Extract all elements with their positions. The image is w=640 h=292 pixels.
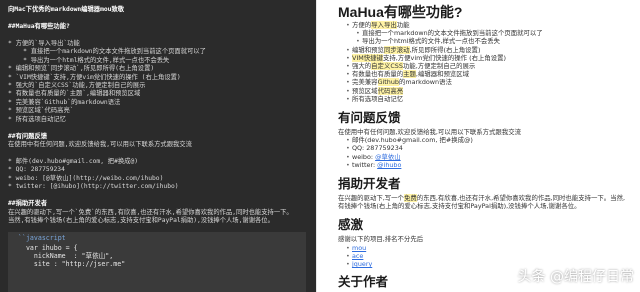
editor-line[interactable]: 在兴趣的驱动下,写一个`免费`的东西,有欣喜,也还有汗水,希望你喜欢我的作品,同… <box>8 209 308 217</box>
feature-pre: 预览区域 <box>352 86 378 95</box>
contact-item: twitter: @ihubo <box>346 161 630 169</box>
thanks-text: 感谢以下的项目,排名不分先后 <box>338 235 424 244</box>
feature-highlight: VIM快捷键 <box>352 53 383 62</box>
feature-highlight: 导入导出 <box>371 21 397 29</box>
feedback-text: 在使用中有任何问题,欢迎反馈给我,可以用以下联系方式跟我交流 <box>338 128 521 137</box>
feature-pre: 强大的 <box>352 62 372 71</box>
editor-line[interactable] <box>8 149 308 157</box>
feature-highlight: 同步滚动 <box>383 45 410 54</box>
editor-line[interactable]: * twitter: [@ihubo](http://twitter.com/i… <box>8 183 308 191</box>
editor-line[interactable]: * 导出为一个html格式的文件,样式一点也不会丢失 <box>8 57 308 65</box>
editor-line[interactable]: * `VIM快捷键`支持,方便vim党们快速的操作 (右上角设置) <box>8 74 308 82</box>
markdown-editor[interactable]: 向Mac下优秀的markdown编辑器mou致敬 ##MaHua有哪些功能? * 方… <box>0 0 316 292</box>
editor-line[interactable]: * weibo: [@草依山](http://weibo.com/ihubo) <box>8 175 308 183</box>
editor-line[interactable]: * 有数量也有质量的`主题`,编辑器和预览区域 <box>8 90 308 98</box>
feedback-heading: 有问题反馈 <box>338 111 401 126</box>
feature-highlight: 自定义CSS <box>371 62 403 71</box>
editor-line[interactable]: * 邮件(dev.hubo#gmail.com, 把#换成@) <box>8 158 308 166</box>
donate-text-1-hl: 免费 <box>403 194 417 203</box>
thanks-list: mouacejquery <box>338 244 630 269</box>
thanks-link[interactable]: jquery <box>352 260 372 268</box>
editor-line[interactable] <box>8 192 308 200</box>
code-line-2: nickName : "草依山", <box>18 252 114 260</box>
contact-list: 邮件(dev.hubo#gmail.com, 把#换成@)QQ: 2877592… <box>338 136 630 169</box>
editor-line[interactable]: ##捐助开发者 <box>8 200 308 208</box>
editor-line[interactable]: ##有问题反馈 <box>8 133 308 141</box>
editor-line[interactable]: * 直接把一个markdown的文本文件拖放到当前这个页面就可以了 <box>8 48 308 56</box>
feature-post: 功能 <box>396 21 410 29</box>
contact-item: 邮件(dev.hubo#gmail.com, 把#换成@) <box>346 136 630 144</box>
feature-highlight: 代码高亮 <box>377 86 404 95</box>
contact-text: twitter: <box>352 160 378 169</box>
feature-item: 完美兼容Github的markdown语法 <box>346 78 630 87</box>
contact-link[interactable]: @ihubo <box>377 161 401 169</box>
contact-item: weibo: @草依山 <box>346 153 630 161</box>
editor-line[interactable]: * 完美兼容`Github`的markdown语法 <box>8 99 308 107</box>
editor-code-block: ``javascript var ihubo = { nickName : "草… <box>8 232 306 292</box>
feature-pre: 完美兼容 <box>352 78 378 87</box>
editor-line[interactable]: 当然,有钱捧个钱场(右上角的爱心标志,支持支付宝和PayPal捐助),没钱捧个人… <box>8 217 308 225</box>
pane-divider[interactable] <box>316 0 324 292</box>
donate-text-1-pre: 在兴趣的驱动下,写一个 <box>338 194 404 203</box>
thanks-link[interactable]: mou <box>352 244 366 252</box>
feature-pre: 所有选项自动记忆 <box>352 94 404 103</box>
feature-post: 功能,方便定制自己的展示 <box>402 62 476 71</box>
feature-item: 方便的导入导出功能 <box>346 21 630 29</box>
watermark: 头条 @编程仔日常 <box>517 269 634 285</box>
contact-text: weibo: <box>352 152 376 161</box>
code-line-1: var ihubo = { <box>18 244 78 252</box>
feature-item: 编辑和预览同步滚动,所见即所得(右上角设置) <box>346 45 630 54</box>
feature-highlight: Github <box>377 78 399 87</box>
code-line-3: site : "http://jser.me" <box>18 260 126 268</box>
thanks-link[interactable]: ace <box>352 252 363 260</box>
editor-line[interactable]: * 方便的`导入导出`功能 <box>8 40 308 48</box>
editor-line[interactable] <box>8 31 308 39</box>
feature-item: VIM快捷键支持,方便vim党们快速的操作 (右上角设置) <box>346 53 630 62</box>
code-fence: ``javascript <box>18 234 66 242</box>
editor-line[interactable]: * 所有选项自动记忆 <box>8 116 308 124</box>
donate-text: 在兴趣的驱动下,写一个免费的东西,有欣喜,也还有汗水,希望你喜欢我的作品,同时也… <box>338 194 630 210</box>
feature-post: 的markdown语法 <box>398 78 452 87</box>
thanks-item: mou <box>346 244 630 252</box>
feature-item: 所有选项自动记忆 <box>346 95 630 103</box>
thanks-item: ace <box>346 252 630 260</box>
feature-pre: 方便的 <box>352 21 372 29</box>
contact-text: QQ: 287759234 <box>352 144 403 153</box>
editor-line[interactable]: * 编辑和预览`同步滚动`,所见即所得(右上角设置) <box>8 65 308 73</box>
donate-heading: 捐助开发者 <box>338 177 401 192</box>
editor-line[interactable]: * QQ: 287759234 <box>8 166 308 174</box>
contact-text: 邮件(dev.hubo#gmail.com, 把#换成@) <box>352 136 473 145</box>
editor-line[interactable] <box>8 124 308 132</box>
contact-item: QQ: 287759234 <box>346 144 630 152</box>
thanks-heading: 感激 <box>338 218 364 233</box>
editor-line[interactable]: ##MaHua有哪些功能? <box>8 23 308 31</box>
preview-title: MaHua有哪些功能? <box>338 4 463 20</box>
feature-post: 支持,方便vim党们快速的操作 (右上角设置) <box>382 53 507 62</box>
feature-pre: 直接把一个markdown的文本文件拖放到当前这个页面就可以了 <box>362 29 543 38</box>
editor-line[interactable]: 在使用中有任何问题,欢迎反馈给我,可以用以下联系方式跟我交流 <box>8 141 308 149</box>
feature-post: ,所见即所得(右上角设置) <box>409 45 481 54</box>
contact-link[interactable]: @草依山 <box>375 153 401 161</box>
feature-pre: 导出为一个html格式的文件,样式一点也不会丢失 <box>362 37 501 46</box>
donate-text-2: 钱场(右上角的爱心标志,支持支付宝和PayPal捐助),没钱捧个人场,谢谢各位。 <box>363 202 581 211</box>
feature-item: 导出为一个html格式的文件,样式一点也不会丢失 <box>356 37 630 45</box>
editor-line[interactable]: 向Mac下优秀的markdown编辑器mou致敬 <box>8 6 308 14</box>
feature-list: 方便的导入导出功能直接把一个markdown的文本文件拖放到当前这个页面就可以了… <box>338 21 630 103</box>
editor-line[interactable] <box>8 14 308 22</box>
feature-item: 预览区域代码高亮 <box>346 86 630 95</box>
feature-item: 强大的自定义CSS功能,方便定制自己的展示 <box>346 62 630 70</box>
markdown-preview: MaHua有哪些功能? 方便的导入导出功能直接把一个markdown的文本文件拖… <box>324 0 640 292</box>
feature-pre: 编辑和预览 <box>352 45 384 54</box>
editor-line[interactable]: * 预览区域`代码高亮` <box>8 107 308 115</box>
